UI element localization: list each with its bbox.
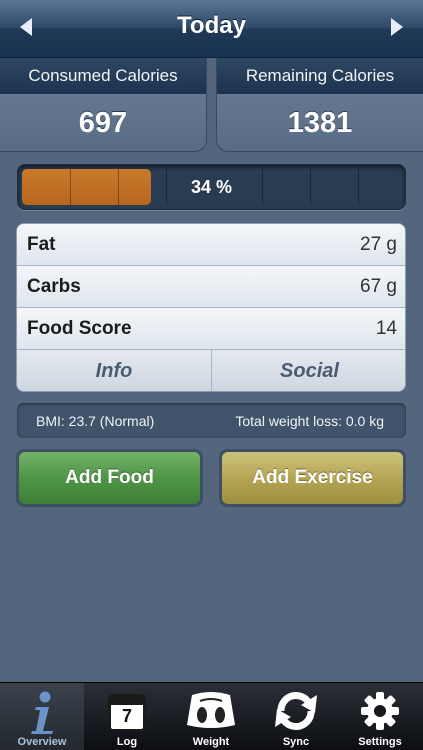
remaining-calories-value: 1381 <box>287 107 353 139</box>
nav-header: Today <box>0 0 423 58</box>
fat-label: Fat <box>27 234 56 255</box>
carbs-value: 67 g <box>360 276 397 297</box>
remaining-calories-panel: Remaining Calories 1381 <box>216 58 423 152</box>
calendar-day: 7 <box>121 706 132 726</box>
calendar-icon: 7 <box>108 694 146 732</box>
consumed-calories-panel: Consumed Calories 697 <box>0 58 207 152</box>
nutrient-table: Fat 27 g Carbs 67 g Food Score 14 Info S… <box>16 223 406 392</box>
food-score-value: 14 <box>375 318 397 339</box>
bottom-tab-bar: Overview 7 Log Weight Sync Settings <box>0 682 423 750</box>
bmi-text: BMI: 23.7 (Normal) <box>36 413 155 429</box>
add-exercise-frame: Add Exercise <box>219 449 406 507</box>
stats-strip: BMI: 23.7 (Normal) Total weight loss: 0.… <box>17 403 406 438</box>
add-exercise-button[interactable]: Add Exercise <box>222 452 403 504</box>
tabbar-label-sync: Sync <box>282 736 310 748</box>
tabbar-label-log: Log <box>116 736 138 748</box>
food-score-row[interactable]: Food Score 14 <box>17 308 405 350</box>
tab-social[interactable]: Social <box>212 350 405 391</box>
tabbar-item-sync[interactable]: Sync <box>254 683 338 750</box>
calendar-header <box>111 697 143 705</box>
weight-loss-text: Total weight loss: 0.0 kg <box>235 413 384 429</box>
fat-value: 27 g <box>360 234 397 255</box>
consumed-calories-label: Consumed Calories <box>0 58 206 94</box>
carbs-label: Carbs <box>27 276 81 297</box>
tab-info[interactable]: Info <box>17 350 212 391</box>
tabbar-item-weight[interactable]: Weight <box>169 683 253 750</box>
segment-tabs: Info Social <box>17 350 405 391</box>
tabbar-item-settings[interactable]: Settings <box>338 683 422 750</box>
carbs-row[interactable]: Carbs 67 g <box>17 266 405 308</box>
tabbar-label-weight: Weight <box>192 736 230 748</box>
sync-icon <box>275 691 317 731</box>
info-icon <box>31 691 53 734</box>
gear-icon <box>361 692 399 730</box>
tabbar-label-overview: Overview <box>17 736 67 748</box>
scale-icon <box>187 692 235 728</box>
food-score-label: Food Score <box>27 318 132 339</box>
calorie-progress-bar: 34 % <box>17 164 406 210</box>
add-food-button[interactable]: Add Food <box>19 452 200 504</box>
page-title: Today <box>177 12 246 39</box>
tabbar-item-log[interactable]: 7 Log <box>85 683 169 750</box>
add-food-frame: Add Food <box>16 449 203 507</box>
next-day-icon[interactable] <box>391 18 403 36</box>
tabbar-label-settings: Settings <box>358 736 402 748</box>
tabbar-item-overview[interactable]: Overview <box>0 683 84 750</box>
consumed-calories-value: 697 <box>78 107 128 139</box>
progress-percent: 34 % <box>190 177 233 197</box>
fat-row[interactable]: Fat 27 g <box>17 224 405 266</box>
remaining-calories-label: Remaining Calories <box>217 58 423 94</box>
